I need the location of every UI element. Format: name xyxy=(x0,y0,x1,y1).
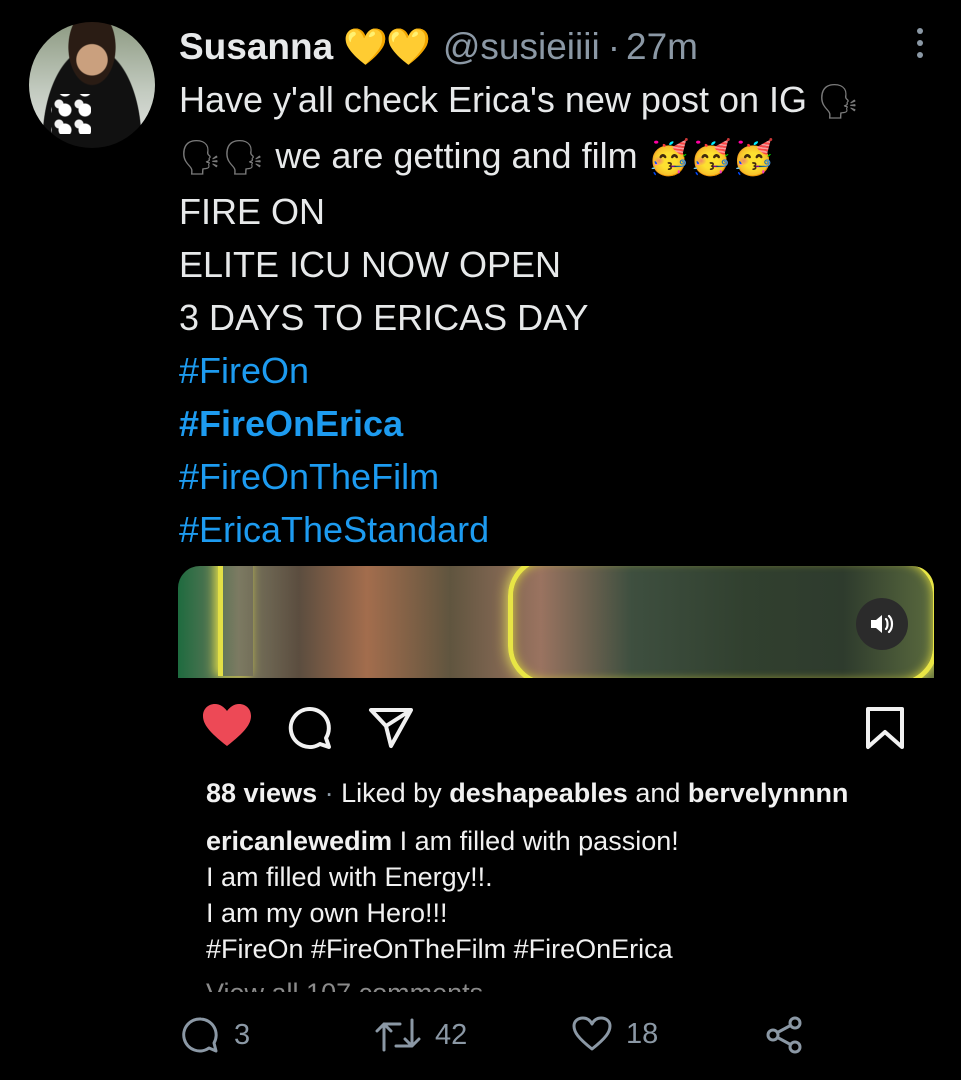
hashtag-fireonerica[interactable]: #FireOnErica xyxy=(179,397,939,450)
retweet-button[interactable]: 42 xyxy=(375,1016,467,1054)
hashtag-fireon[interactable]: #FireOn xyxy=(179,344,939,397)
liked-user-2[interactable]: bervelynnnn xyxy=(688,778,849,808)
tweet-line-5: 3 DAYS TO ERICAS DAY xyxy=(179,296,589,338)
share-icon xyxy=(766,1016,802,1054)
tweet-header: Susanna 💛💛 @susieiiii · 27m xyxy=(179,24,921,70)
yellow-hearts-emoji: 💛💛 xyxy=(343,26,431,67)
heart-filled-icon[interactable] xyxy=(203,704,251,753)
tweet-line-1: Have y'all check Erica's new post on IG xyxy=(179,79,808,120)
tweet-line-3: FIRE ON xyxy=(179,190,326,232)
tweet-line-4: ELITE ICU NOW OPEN xyxy=(179,243,562,285)
tweet-text: Have y'all check Erica's new post on IG … xyxy=(179,73,939,556)
avatar[interactable] xyxy=(29,22,155,148)
reply-count: 3 xyxy=(234,1018,251,1051)
reply-icon xyxy=(182,1017,218,1053)
partying-face-emoji: 🥳 xyxy=(647,138,690,177)
view-count: 88 views xyxy=(206,778,318,808)
like-button[interactable]: 18 xyxy=(572,1016,658,1052)
like-icon xyxy=(572,1016,612,1051)
author-handle[interactable]: @susieiiii xyxy=(443,26,600,68)
reply-button[interactable]: 3 xyxy=(182,1016,250,1054)
instagram-actions xyxy=(203,702,908,752)
caption-line: I am filled with Energy!!. xyxy=(206,862,493,892)
avatar-pattern xyxy=(51,94,91,134)
partying-face-emoji: 🥳 xyxy=(689,138,733,177)
caption-hashtags[interactable]: #FireOn #FireOnTheFilm #FireOnErica xyxy=(206,931,926,967)
hashtag-fireonthefilm[interactable]: #FireOnTheFilm xyxy=(179,450,939,503)
speaking-head-emoji: 🗣 xyxy=(179,138,223,177)
speaking-head-emoji: 🗣 xyxy=(817,82,861,121)
partying-face-emoji: 🥳 xyxy=(732,138,775,177)
instagram-meta: 88 views · Liked by deshapeables and ber… xyxy=(206,775,926,967)
send-icon[interactable] xyxy=(368,704,414,755)
timestamp[interactable]: 27m xyxy=(626,26,698,68)
tweet-line-2: we are getting and film xyxy=(275,134,638,176)
liked-and: and xyxy=(635,778,681,808)
tweet-actions: 3 42 18 xyxy=(0,1016,961,1066)
liked-by-label: Liked by xyxy=(341,778,442,808)
video-glow-effect xyxy=(218,566,253,676)
caption-line: I am filled with passion! xyxy=(399,826,679,856)
hashtag-ericathestandard[interactable]: #EricaTheStandard xyxy=(179,503,939,556)
comment-bubble-icon[interactable] xyxy=(288,706,332,755)
caption-username[interactable]: ericanlewedim xyxy=(206,826,392,856)
retweet-count: 42 xyxy=(435,1018,468,1051)
bookmark-icon[interactable] xyxy=(865,706,905,755)
volume-icon[interactable] xyxy=(856,598,908,650)
separator: · xyxy=(324,778,342,808)
share-button[interactable] xyxy=(765,1016,803,1054)
embedded-video[interactable] xyxy=(178,566,934,678)
caption-line: I am my own Hero!!! xyxy=(206,898,448,928)
separator: · xyxy=(607,26,621,67)
liked-user-1[interactable]: deshapeables xyxy=(449,778,628,808)
retweet-icon xyxy=(375,1018,421,1052)
author-name[interactable]: Susanna xyxy=(179,26,333,68)
like-count: 18 xyxy=(626,1017,659,1050)
view-all-comments-link[interactable]: View all 107 comments xyxy=(206,978,483,992)
speaking-head-emoji: 🗣 xyxy=(222,138,266,177)
more-options-icon[interactable] xyxy=(917,28,925,58)
